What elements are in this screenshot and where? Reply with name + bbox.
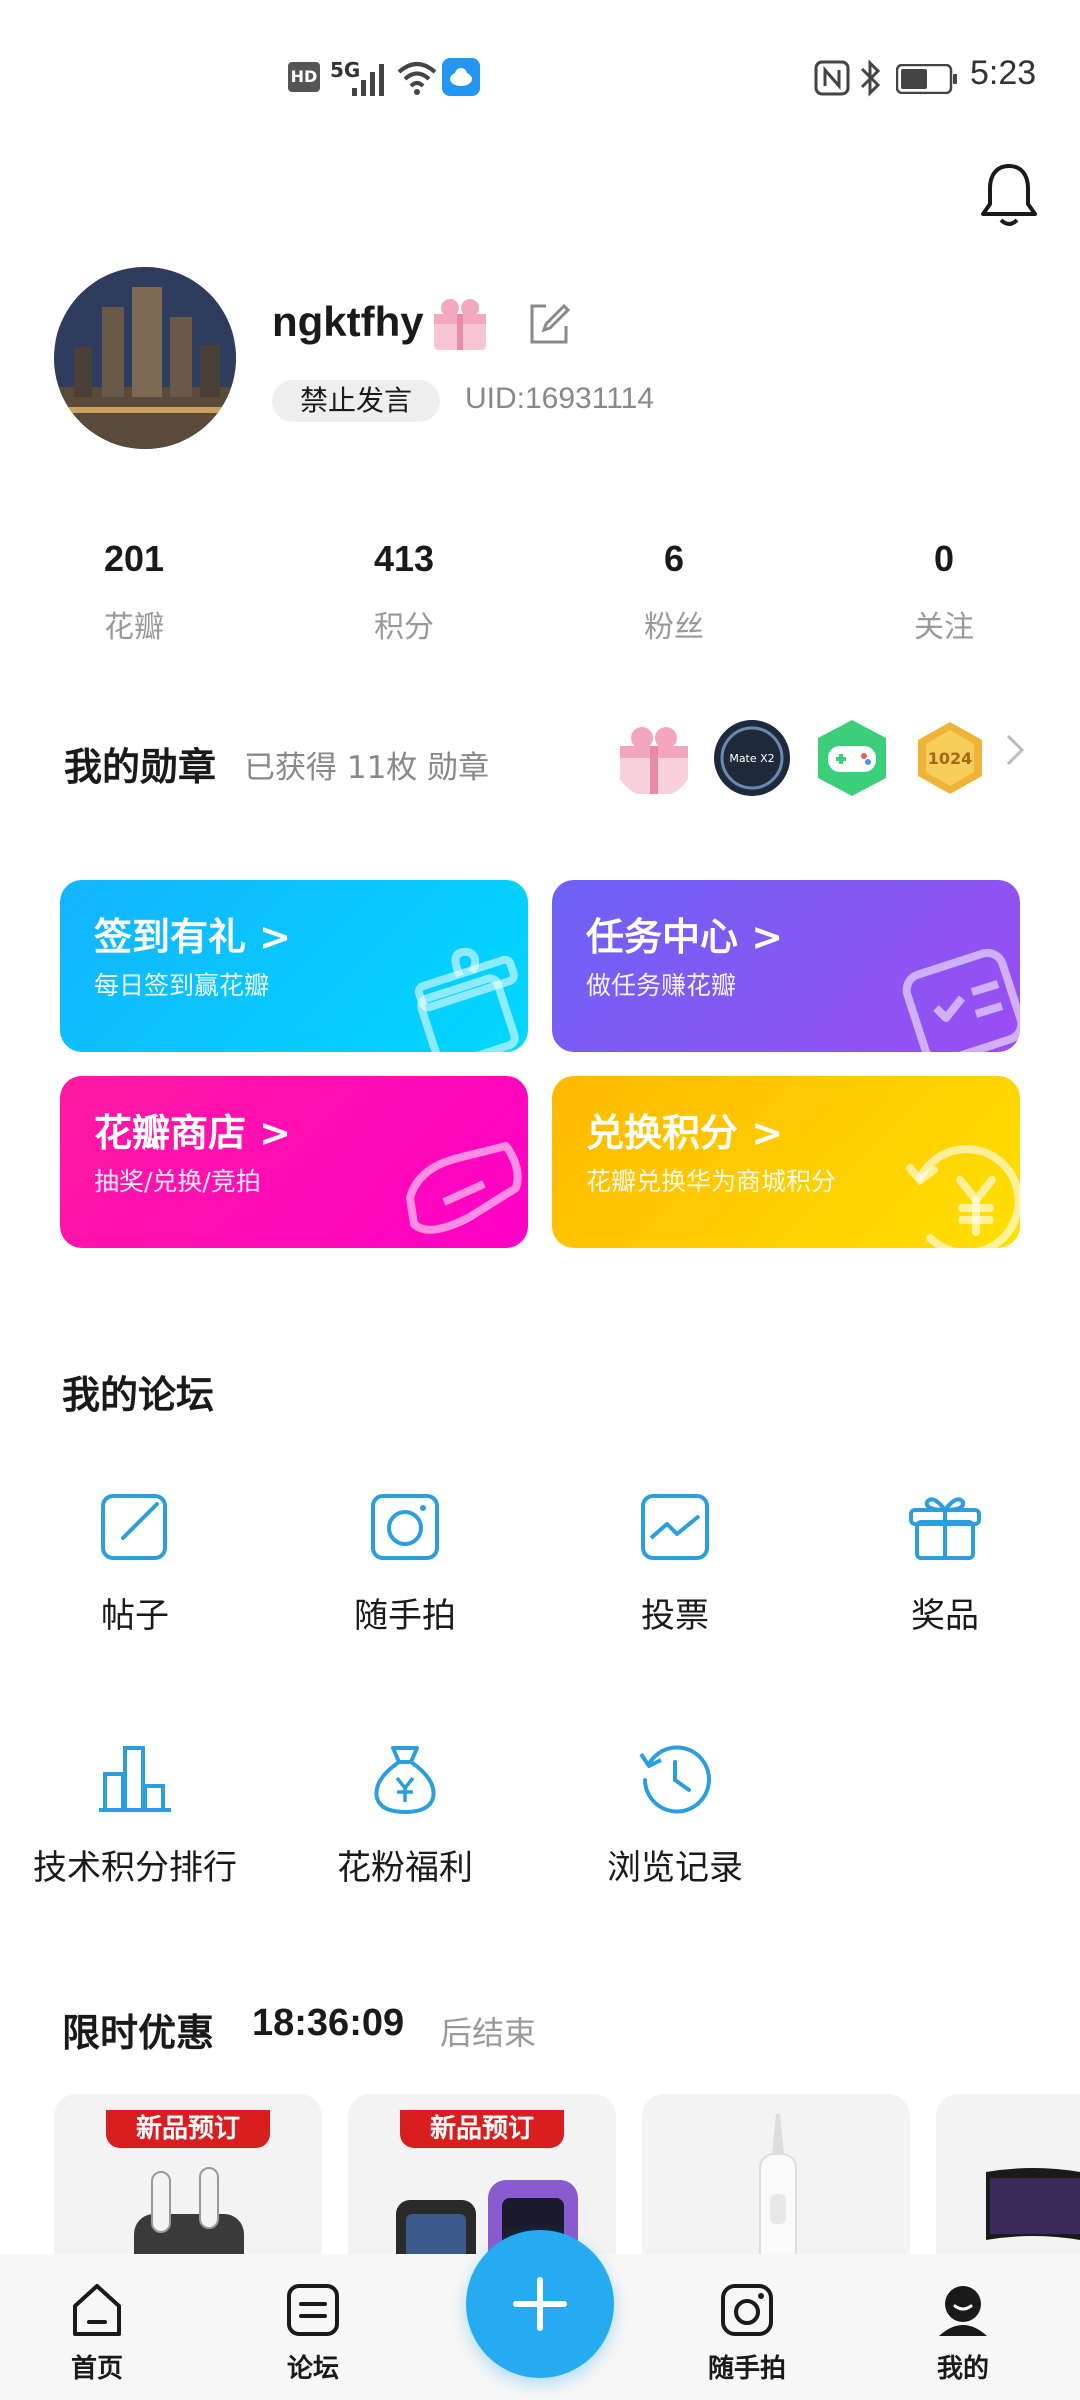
- forum-item-vote[interactable]: 投票: [540, 1488, 810, 1648]
- flash-sale-countdown: 18:36:09: [252, 2002, 405, 2044]
- medals-title: 我的勋章: [64, 745, 217, 789]
- username: ngktfhy: [272, 298, 424, 345]
- forum-item-prizes[interactable]: 奖品: [810, 1488, 1080, 1648]
- battery-icon: [896, 64, 957, 94]
- stat-following-label: 关注: [914, 610, 974, 645]
- forum-item-snapshot[interactable]: 随手拍: [270, 1488, 540, 1648]
- checkin-card-subtitle: 每日签到赢花瓣: [94, 971, 270, 1000]
- petal-shop-card-subtitle: 抽奖/兑换/竞拍: [94, 1167, 261, 1196]
- stat-petals-label: 花瓣: [104, 610, 164, 645]
- nav-home[interactable]: 首页: [32, 2270, 162, 2390]
- forum-item-history-label: 浏览记录: [607, 1848, 743, 1888]
- task-center-card-title: 任务中心 >: [586, 915, 784, 959]
- camera-icon: [371, 1494, 439, 1560]
- gift-icon: [909, 1497, 981, 1560]
- forum-item-posts[interactable]: 帖子: [0, 1488, 270, 1648]
- forum-item-fan-benefits-label: 花粉福利: [337, 1848, 473, 1888]
- bar-ranking-icon: [99, 1746, 171, 1812]
- 1024-medal-icon[interactable]: 1024: [910, 718, 990, 798]
- history-clock-icon: [639, 1745, 711, 1814]
- forum-item-vote-label: 投票: [641, 1596, 709, 1636]
- profile-icon: [939, 2286, 987, 2336]
- nav-forum[interactable]: 论坛: [248, 2270, 378, 2390]
- bluetooth-icon: [860, 59, 881, 97]
- avatar[interactable]: [54, 267, 236, 449]
- stat-petals-value[interactable]: 201: [34, 538, 234, 580]
- forum-icon: [287, 2284, 339, 2336]
- create-post-button[interactable]: [466, 2230, 614, 2378]
- yuan-exchange-deco-icon: [906, 1145, 1020, 1248]
- cloud-app-icon: [442, 58, 480, 96]
- medals-count: 已获得 11枚 勋章: [244, 750, 490, 786]
- forum-item-fan-benefits[interactable]: 花粉福利: [270, 1740, 540, 1900]
- medals-chevron-right-icon[interactable]: [1000, 730, 1030, 770]
- new-preorder-tag: 新品预订: [106, 2110, 270, 2148]
- wifi-icon: [397, 62, 437, 95]
- checkin-card[interactable]: 签到有礼 > 每日签到赢花瓣: [60, 880, 528, 1052]
- task-center-card[interactable]: 任务中心 > 做任务赚花瓣: [552, 880, 1020, 1052]
- stat-fans-label: 粉丝: [644, 610, 704, 645]
- ticket-deco-icon: [406, 1142, 522, 1234]
- vote-chart-icon: [641, 1494, 709, 1560]
- hd-icon: HD: [288, 62, 320, 92]
- new-preorder-tag: 新品预订: [400, 2110, 564, 2148]
- exchange-points-card[interactable]: 兑换积分 > 花瓣兑换华为商城积分: [552, 1076, 1020, 1248]
- gift-medal-icon[interactable]: [614, 718, 694, 798]
- exchange-points-card-title: 兑换积分 >: [586, 1111, 784, 1155]
- gamepad-medal-icon[interactable]: [812, 718, 892, 798]
- nav-forum-label: 论坛: [286, 2354, 339, 2384]
- forum-item-tech-ranking[interactable]: 技术积分排行: [0, 1740, 270, 1900]
- checkin-card-title: 签到有礼 >: [94, 915, 292, 959]
- post-edit-icon: [101, 1494, 167, 1560]
- stat-points-value[interactable]: 413: [304, 538, 504, 580]
- notification-bell-icon[interactable]: [978, 160, 1040, 230]
- nfc-icon: [814, 60, 850, 96]
- stat-fans-value[interactable]: 6: [574, 538, 774, 580]
- user-id: UID:16931114: [465, 382, 655, 415]
- camera-icon: [721, 2284, 773, 2336]
- svg-text:Mate X2: Mate X2: [729, 752, 774, 765]
- nav-snapshot[interactable]: 随手拍: [682, 2270, 812, 2390]
- nav-snapshot-label: 随手拍: [707, 2354, 786, 2384]
- nav-me-label: 我的: [936, 2354, 989, 2384]
- flash-sale-title: 限时优惠: [62, 2011, 215, 2055]
- signal-icon: [352, 64, 384, 96]
- task-deco-icon: [902, 948, 1020, 1052]
- nav-me[interactable]: 我的: [898, 2270, 1028, 2390]
- mate-x2-medal-icon[interactable]: Mate X2: [712, 718, 792, 798]
- forum-item-tech-ranking-label: 技术积分排行: [33, 1848, 237, 1888]
- flash-sale-suffix: 后结束: [440, 2014, 537, 2052]
- forum-item-prizes-label: 奖品: [911, 1596, 979, 1636]
- home-icon: [73, 2284, 121, 2336]
- stat-points-label: 积分: [374, 610, 434, 645]
- ban-status-badge: 禁止发言: [272, 380, 440, 422]
- forum-item-snapshot-label: 随手拍: [354, 1596, 456, 1636]
- petal-shop-card[interactable]: 花瓣商店 > 抽奖/兑换/竞拍: [60, 1076, 528, 1248]
- gift-badge-icon: [434, 299, 486, 350]
- gift-deco-icon: [414, 947, 519, 1052]
- edit-profile-icon[interactable]: [524, 300, 572, 348]
- clock: 5:23: [970, 54, 1037, 92]
- nav-home-label: 首页: [70, 2354, 123, 2384]
- task-center-card-subtitle: 做任务赚花瓣: [586, 971, 737, 1000]
- money-bag-icon: [374, 1746, 436, 1815]
- stat-following-value[interactable]: 0: [844, 538, 1044, 580]
- forum-item-posts-label: 帖子: [101, 1596, 169, 1636]
- svg-text:1024: 1024: [928, 749, 973, 768]
- exchange-points-card-subtitle: 花瓣兑换华为商城积分: [586, 1167, 837, 1196]
- forum-section-title: 我的论坛: [62, 1373, 215, 1417]
- forum-item-history[interactable]: 浏览记录: [540, 1740, 810, 1900]
- status-bar: HD 5G 5:23: [0, 0, 1080, 160]
- plus-icon: [513, 2277, 567, 2331]
- petal-shop-card-title: 花瓣商店 >: [94, 1111, 292, 1155]
